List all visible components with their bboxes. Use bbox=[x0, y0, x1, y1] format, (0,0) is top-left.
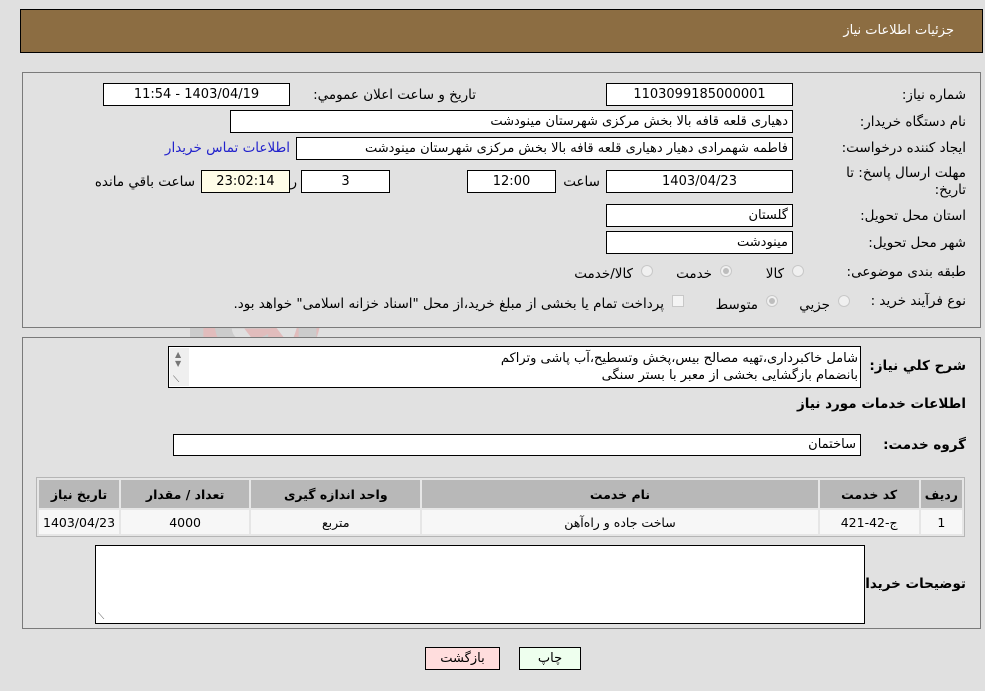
col-service-name: نام خدمت bbox=[422, 480, 818, 508]
table-row: 1 ج-42-421 ساخت جاده و راه‌آهن متربع 400… bbox=[39, 510, 962, 534]
services-table: ردیف کد خدمت نام خدمت واحد اندازه گیری ت… bbox=[36, 477, 965, 537]
buyer-org-label: نام دستگاه خریدار: bbox=[859, 114, 966, 130]
category-goods-label: کالا bbox=[765, 266, 784, 282]
col-need-date: تاریخ نیاز bbox=[39, 480, 120, 508]
col-row-number: ردیف bbox=[920, 480, 962, 508]
announce-datetime-field[interactable]: 1403/04/19 - 11:54 bbox=[103, 83, 290, 106]
cell-service-code: ج-42-421 bbox=[819, 510, 919, 534]
need-number-label: شماره نیاز: bbox=[901, 87, 966, 103]
col-quantity: تعداد / مقدار bbox=[121, 480, 250, 508]
services-panel: شرح کلي نیاز: شامل خاکبرداری،تهیه مصالح … bbox=[22, 337, 981, 629]
buyer-contact-link[interactable]: اطلاعات تماس خریدار bbox=[165, 140, 290, 156]
cell-service-name: ساخت جاده و راه‌آهن bbox=[422, 510, 818, 534]
buyer-notes-textarea[interactable]: ⟋ bbox=[95, 545, 865, 624]
buyer-notes-label: توضیحات خریدار: bbox=[852, 576, 966, 592]
resize-grip-icon[interactable]: ⟋ bbox=[173, 375, 179, 385]
table-header-row: ردیف کد خدمت نام خدمت واحد اندازه گیری ت… bbox=[39, 480, 962, 508]
process-type-label: نوع فرآیند خرید : bbox=[870, 293, 966, 309]
remaining-time-label: ساعت باقي مانده bbox=[94, 174, 195, 190]
category-goods-service-radio[interactable] bbox=[641, 265, 653, 277]
cell-unit: متربع bbox=[251, 510, 421, 534]
category-service-radio[interactable] bbox=[720, 265, 732, 277]
city-field[interactable]: مینودشت bbox=[606, 231, 793, 254]
deadline-label: مهلت ارسال پاسخ: تا تاریخ: bbox=[846, 165, 966, 198]
resize-grip-icon[interactable]: ⟋ bbox=[98, 612, 104, 622]
city-label: شهر محل تحویل: bbox=[868, 235, 966, 251]
process-minor-radio[interactable] bbox=[838, 295, 850, 307]
description-line-1: شامل خاکبرداری،تهیه مصالح بیس،پخش وتسطیح… bbox=[500, 351, 858, 366]
col-service-code: کد خدمت bbox=[819, 480, 919, 508]
category-goods-radio[interactable] bbox=[792, 265, 804, 277]
category-label: طبقه بندی موضوعی: bbox=[846, 264, 966, 280]
service-group-field[interactable]: ساختمان bbox=[173, 434, 861, 456]
treasury-checkbox[interactable] bbox=[672, 295, 684, 307]
scroll-arrows-icon[interactable]: ▲ ▼ bbox=[175, 350, 181, 368]
services-table-wrapper: ردیف کد خدمت نام خدمت واحد اندازه گیری ت… bbox=[36, 477, 965, 537]
requester-label: ایجاد کننده درخواست: bbox=[841, 140, 966, 156]
cell-row-number: 1 bbox=[920, 510, 962, 534]
process-medium-radio[interactable] bbox=[766, 295, 778, 307]
cell-need-date: 1403/04/23 bbox=[39, 510, 120, 534]
print-button[interactable]: چاپ bbox=[519, 647, 581, 670]
col-unit: واحد اندازه گیری bbox=[251, 480, 421, 508]
services-section-title: اطلاعات خدمات مورد نیاز bbox=[796, 396, 966, 412]
process-minor-label: جزيي bbox=[799, 297, 830, 313]
deadline-date-field[interactable]: 1403/04/23 bbox=[606, 170, 793, 193]
description-textarea[interactable]: شامل خاکبرداری،تهیه مصالح بیس،پخش وتسطیح… bbox=[168, 346, 861, 388]
province-field[interactable]: گلستان bbox=[606, 204, 793, 227]
process-medium-label: متوسط bbox=[715, 297, 758, 313]
page-title: جزئیات اطلاعات نیاز bbox=[843, 23, 954, 38]
deadline-time-label: ساعت bbox=[563, 174, 600, 190]
service-group-label: گروه خدمت: bbox=[883, 437, 966, 453]
cell-quantity: 4000 bbox=[121, 510, 250, 534]
description-line-2: بانضمام بازگشایی بخشی از معبر با بستر سن… bbox=[601, 368, 858, 383]
requester-field[interactable]: فاطمه شهمرادی دهیار دهیاری قلعه قافه بال… bbox=[296, 137, 793, 160]
description-label: شرح کلي نیاز: bbox=[869, 358, 966, 374]
need-number-field[interactable]: 1103099185000001 bbox=[606, 83, 793, 106]
category-goods-service-label: کالا/خدمت bbox=[574, 266, 633, 282]
description-scrollbar[interactable]: ▲ ▼ ⟋ bbox=[170, 348, 189, 386]
category-service-label: خدمت bbox=[676, 266, 712, 282]
announce-label: تاریخ و ساعت اعلان عمومي: bbox=[313, 87, 476, 103]
province-label: استان محل تحویل: bbox=[860, 208, 966, 224]
remaining-days-field[interactable]: 3 bbox=[301, 170, 390, 193]
remaining-time-field[interactable]: 23:02:14 bbox=[201, 170, 290, 193]
page-header: جزئیات اطلاعات نیاز bbox=[20, 9, 983, 53]
back-button[interactable]: بازگشت bbox=[425, 647, 500, 670]
need-info-panel: شماره نیاز: 1103099185000001 تاریخ و ساع… bbox=[22, 72, 981, 328]
buyer-org-field[interactable]: دهیاری قلعه قافه بالا بخش مرکزی شهرستان … bbox=[230, 110, 793, 133]
treasury-text: پرداخت تمام یا بخشی از مبلغ خرید،از محل … bbox=[233, 296, 664, 312]
deadline-time-field[interactable]: 12:00 bbox=[467, 170, 556, 193]
